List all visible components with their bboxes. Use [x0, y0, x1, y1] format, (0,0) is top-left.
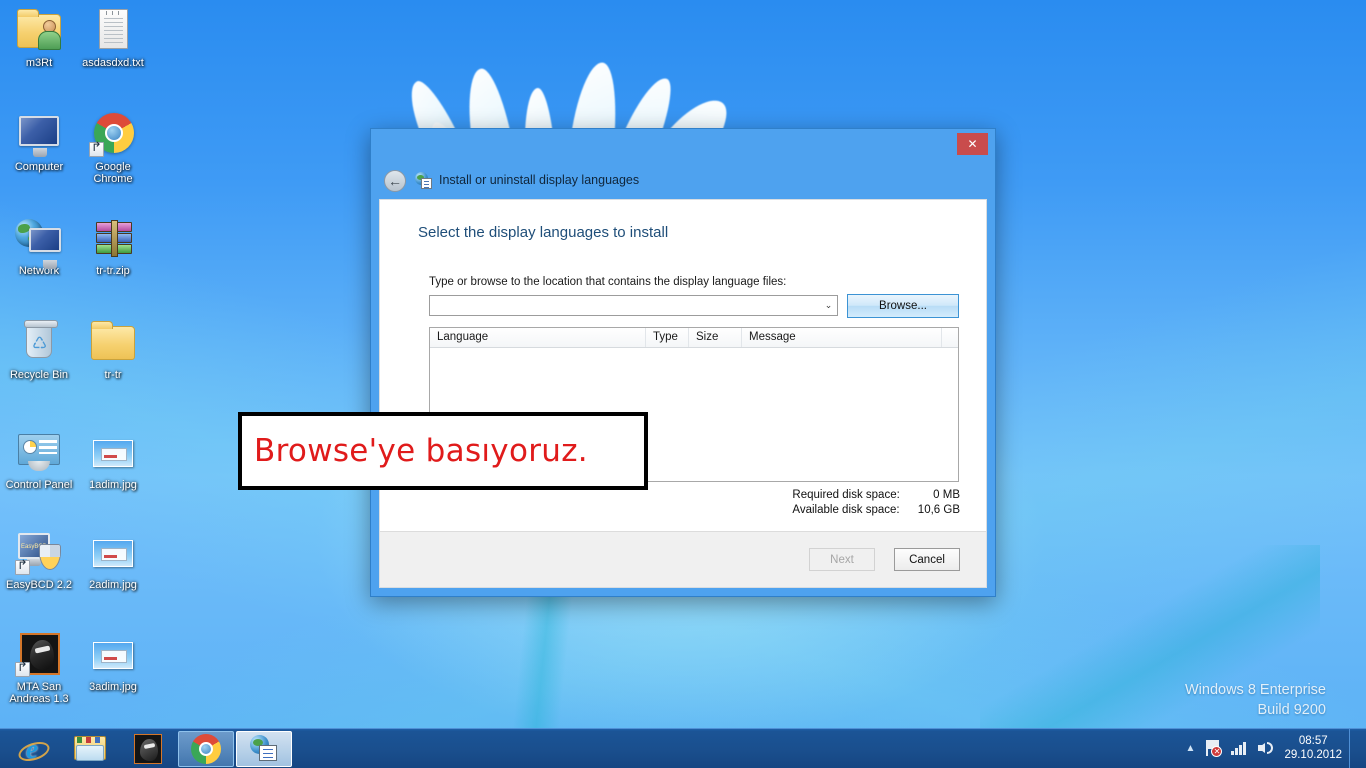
desktop-icon-recycle-bin[interactable]: Recycle Bin: [2, 318, 76, 381]
column-header-blank: [942, 328, 958, 347]
taskbar[interactable]: e ▲ ✕ 08:57 29.10.2012: [0, 728, 1366, 768]
watermark-build: Build 9200: [1257, 702, 1326, 718]
back-button[interactable]: ←: [384, 170, 406, 192]
display-languages-icon: [415, 172, 432, 189]
desktop-icon-label: EasyBCD 2.2: [5, 579, 73, 591]
folder-user-icon: [15, 6, 63, 54]
available-disk-space-value: 10,6 GB: [917, 504, 960, 516]
system-tray: ▲ ✕ 08:57 29.10.2012: [1180, 728, 1366, 768]
taskbar-internet-explorer[interactable]: e: [4, 731, 60, 767]
desktop-icon-mta-san-andreas[interactable]: MTA San Andreas 1.3: [2, 630, 76, 705]
desktop-icon-easybcd[interactable]: EasyBCD EasyBCD 2.2: [2, 528, 76, 591]
column-header-message[interactable]: Message: [742, 328, 942, 347]
winrar-archive-icon: [89, 214, 137, 262]
desktop-icon-label: Network: [18, 265, 60, 277]
folder-icon: [89, 318, 137, 366]
disk-space-info: Required disk space: 0 MB Available disk…: [792, 488, 960, 518]
install-display-languages-dialog[interactable]: ✕ ← Install or uninstall display languag…: [370, 128, 996, 597]
required-disk-space-label: Required disk space:: [792, 489, 900, 501]
show-hidden-icons-icon[interactable]: ▲: [1180, 743, 1200, 754]
close-icon[interactable]: ✕: [957, 133, 988, 155]
network-icon: [15, 214, 63, 269]
computer-icon: [15, 110, 63, 158]
desktop-icon-label: asdasdxd.txt: [82, 57, 144, 69]
desktop-icon-2adim-jpg[interactable]: 2adim.jpg: [76, 528, 150, 591]
dialog-titlebar[interactable]: ✕ ← Install or uninstall display languag…: [371, 129, 995, 195]
path-input[interactable]: [430, 296, 820, 315]
action-center-badge: ✕: [1211, 746, 1223, 757]
dialog-footer: Next Cancel: [380, 531, 986, 587]
required-disk-space-value: 0 MB: [933, 489, 960, 501]
taskbar-buttons: e: [0, 729, 294, 768]
desktop-icon-label: 1adim.jpg: [89, 479, 137, 491]
desktop-icon-m3rt[interactable]: m3Rt: [2, 6, 76, 69]
path-field-label: Type or browse to the location that cont…: [429, 276, 787, 288]
available-disk-space-label: Available disk space:: [792, 504, 900, 516]
desktop-icon-label: 2adim.jpg: [89, 579, 137, 591]
desktop-icon-google-chrome[interactable]: Google Chrome: [76, 110, 150, 185]
desktop-icon-control-panel[interactable]: Control Panel: [2, 428, 76, 491]
file-explorer-icon: [74, 735, 106, 762]
chrome-icon: [191, 733, 221, 764]
desktop-icon-label: Google Chrome: [93, 161, 133, 185]
annotation-text: Browse'ye basıyoruz.: [254, 433, 588, 469]
desktop[interactable]: m3Rt asdasdxd.txt Computer Google Chrome…: [0, 0, 1366, 768]
desktop-icon-tr-tr-zip[interactable]: tr-tr.zip: [76, 214, 150, 277]
easybcd-icon: EasyBCD: [15, 528, 63, 576]
network-signal-icon[interactable]: [1228, 737, 1250, 759]
desktop-icon-label: 3adim.jpg: [89, 681, 137, 693]
path-combobox[interactable]: ⌄: [429, 295, 838, 316]
mta-game-icon: [134, 733, 162, 764]
desktop-icon-label: Control Panel: [5, 479, 73, 491]
annotation-callout: Browse'ye basıyoruz.: [238, 412, 648, 490]
control-panel-icon: [15, 428, 63, 476]
dialog-body: Select the display languages to install …: [379, 199, 987, 588]
image-file-icon: [89, 428, 137, 476]
taskbar-file-explorer[interactable]: [62, 731, 118, 767]
language-list-header: Language Type Size Message: [430, 328, 958, 348]
chrome-icon: [89, 110, 137, 158]
desktop-icon-asdasdxd-txt[interactable]: asdasdxd.txt: [76, 6, 150, 69]
desktop-icon-3adim-jpg[interactable]: 3adim.jpg: [76, 630, 150, 693]
taskbar-clock[interactable]: 08:57 29.10.2012: [1284, 734, 1342, 762]
mta-game-icon: [15, 630, 63, 678]
desktop-icon-tr-tr[interactable]: tr-tr: [76, 318, 150, 381]
clock-date: 29.10.2012: [1284, 749, 1342, 761]
taskbar-mta-san-andreas[interactable]: [120, 731, 176, 767]
desktop-icon-1adim-jpg[interactable]: 1adim.jpg: [76, 428, 150, 491]
desktop-icon-label: Recycle Bin: [9, 369, 69, 381]
chevron-down-icon[interactable]: ⌄: [820, 296, 837, 315]
text-file-icon: [89, 6, 137, 54]
desktop-icon-label: MTA San Andreas 1.3: [9, 681, 69, 705]
show-desktop-button[interactable]: [1349, 728, 1358, 768]
desktop-icon-label: Computer: [14, 161, 64, 173]
column-header-language[interactable]: Language: [430, 328, 646, 347]
desktop-icon-computer[interactable]: Computer: [2, 110, 76, 173]
display-languages-icon: [249, 734, 279, 763]
desktop-icon-network[interactable]: Network: [2, 214, 76, 277]
browse-button[interactable]: Browse...: [847, 294, 959, 318]
image-file-icon: [89, 528, 137, 576]
page-title: Select the display languages to install: [418, 224, 669, 241]
windows-activation-watermark: Windows 8 Enterprise Build 9200: [1185, 680, 1326, 720]
column-header-type[interactable]: Type: [646, 328, 689, 347]
column-header-size[interactable]: Size: [689, 328, 742, 347]
desktop-icon-label: tr-tr: [104, 369, 122, 381]
internet-explorer-icon: e: [17, 734, 47, 764]
volume-speaker-icon[interactable]: [1254, 737, 1276, 759]
taskbar-google-chrome[interactable]: [178, 730, 234, 767]
desktop-icon-label: tr-tr.zip: [96, 265, 130, 277]
clock-time: 08:57: [1298, 735, 1328, 747]
action-center-flag-icon[interactable]: ✕: [1202, 737, 1224, 759]
cancel-button[interactable]: Cancel: [894, 548, 960, 571]
taskbar-display-languages[interactable]: [236, 730, 292, 767]
desktop-icon-label: m3Rt: [25, 57, 53, 69]
watermark-edition: Windows 8 Enterprise: [1184, 682, 1326, 698]
image-file-icon: [89, 630, 137, 678]
next-button[interactable]: Next: [809, 548, 875, 571]
recycle-bin-icon: [15, 318, 63, 366]
dialog-title: Install or uninstall display languages: [439, 173, 640, 187]
